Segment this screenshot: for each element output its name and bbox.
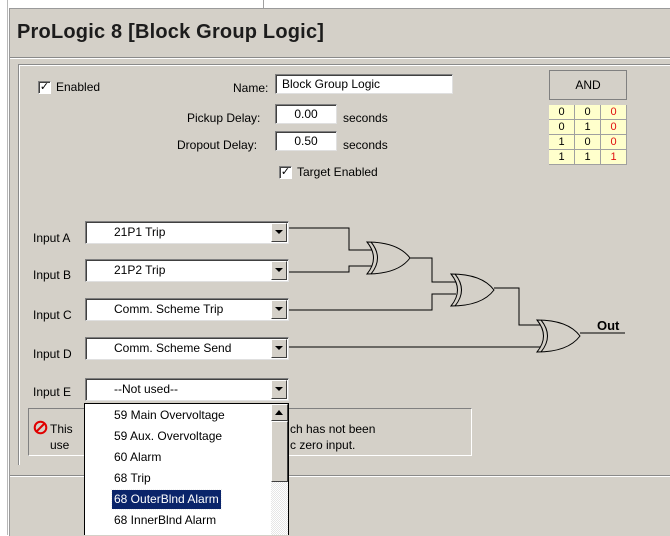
dropdown-option[interactable]: 68 Trip [112, 469, 153, 488]
chevron-down-icon[interactable] [271, 223, 287, 242]
input-e-value: --Not used-- [114, 382, 179, 396]
input-e-dropdown-list[interactable]: 59 Main Overvoltage 59 Aux. Overvoltage … [84, 403, 289, 535]
input-d-label: Input D [33, 347, 72, 361]
input-c-label: Input C [33, 308, 72, 322]
scrollbar-thumb[interactable] [271, 421, 288, 482]
wire-gate2-out [494, 287, 541, 326]
input-b-label: Input B [33, 268, 72, 282]
prologic-window: ProLogic 8 [Block Group Logic] ✓ Enabled… [0, 0, 670, 536]
chevron-down-icon[interactable] [271, 380, 287, 399]
wire-input-b [289, 265, 373, 273]
input-a-label: Input A [33, 231, 71, 245]
message-left-line2: use [50, 438, 70, 452]
message-right-line1: ch has not been [290, 422, 376, 436]
input-e-select[interactable]: --Not used-- [85, 378, 289, 401]
message-left-line1: This [50, 422, 73, 436]
scroll-up-button[interactable] [271, 404, 288, 421]
input-c-select[interactable]: Comm. Scheme Trip [85, 298, 289, 321]
no-entry-icon [33, 420, 48, 435]
wire-gate1-out [410, 257, 456, 283]
dropdown-option[interactable]: 59 Aux. Overvoltage [112, 427, 224, 446]
chevron-down-icon[interactable] [271, 300, 287, 319]
or-gate-3 [535, 319, 581, 353]
dropdown-option-selected[interactable]: 68 OuterBlnd Alarm [111, 489, 222, 510]
input-c-value: Comm. Scheme Trip [114, 302, 224, 316]
or-gate-1 [365, 241, 411, 275]
input-d-value: Comm. Scheme Send [114, 341, 232, 355]
output-label: Out [597, 318, 620, 333]
scroll-up-icon [275, 410, 283, 415]
input-a-value: 21P1 Trip [114, 225, 166, 239]
input-b-value: 21P2 Trip [114, 263, 166, 277]
input-d-select[interactable]: Comm. Scheme Send [85, 337, 289, 360]
chevron-down-icon[interactable] [271, 261, 287, 280]
input-e-label: Input E [33, 385, 72, 399]
dropdown-option[interactable]: 60 Alarm [112, 448, 163, 467]
dropdown-option[interactable]: 59 Main Overvoltage [112, 406, 227, 425]
input-a-select[interactable]: 21P1 Trip [85, 221, 289, 244]
wire-input-c [289, 293, 456, 311]
dropdown-option[interactable]: 68 InnerBlnd Alarm [112, 511, 218, 530]
message-right-line2: c zero input. [290, 438, 356, 452]
chevron-down-icon[interactable] [271, 339, 287, 358]
input-b-select[interactable]: 21P2 Trip [85, 259, 289, 282]
or-gate-2 [449, 273, 495, 307]
wire-input-a [289, 227, 373, 251]
